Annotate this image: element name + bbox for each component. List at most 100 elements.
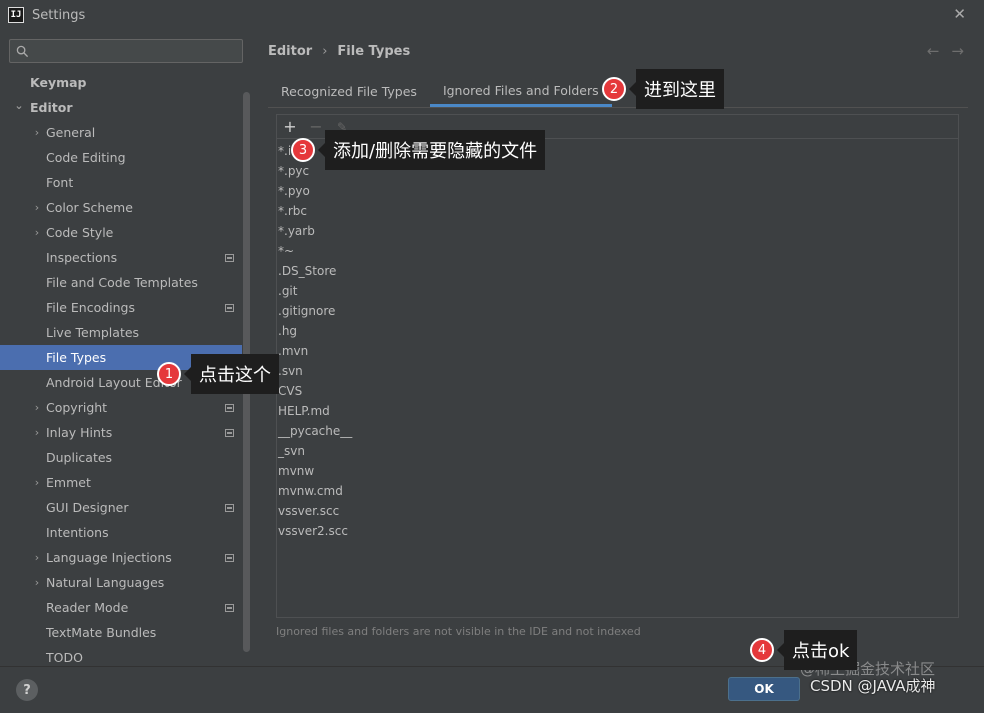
chevron-right-icon[interactable]: › [32,426,42,439]
sidebar-item-file-encodings[interactable]: File Encodings [0,295,242,320]
list-item[interactable]: _svn [277,441,958,461]
module-scope-icon [225,253,234,262]
list-item[interactable]: .hg [277,321,958,341]
tab-recognized-file-types[interactable]: Recognized File Types [268,76,430,107]
sidebar-item-live-templates[interactable]: Live Templates [0,320,242,345]
sidebar-item-font[interactable]: Font [0,170,242,195]
sidebar-item-label: Reader Mode [46,600,129,615]
list-item[interactable]: .svn [277,361,958,381]
annotation-1-badge: 1 [157,362,181,386]
sidebar-item-label: Intentions [46,525,109,540]
list-item[interactable]: CVS [277,381,958,401]
settings-sidebar: Keymap ⌄ Editor › General Code Editing Font › Co… [0,30,254,666]
help-icon[interactable]: ? [16,679,38,701]
ignored-files-panel: + − ✎ *.i *.pyc *.pyo *.rbc *.yarb *~ .DS_Stor… [276,114,959,618]
back-arrow-icon[interactable]: ← [927,42,940,60]
sidebar-item-copyright[interactable]: › Copyright [0,395,242,420]
close-icon[interactable]: ✕ [953,5,966,23]
chevron-right-icon[interactable]: › [32,126,42,139]
module-scope-icon [225,603,234,612]
sidebar-item-label: Emmet [46,475,91,490]
list-item[interactable]: .DS_Store [277,261,958,281]
sidebar-item-file-and-code-templates[interactable]: File and Code Templates [0,270,242,295]
sidebar-item-language-injections[interactable]: › Language Injections [0,545,242,570]
list-item[interactable]: vssver2.scc [277,521,958,541]
list-item[interactable]: HELP.md [277,401,958,421]
list-item[interactable]: *.yarb [277,221,958,241]
watermark: CSDN @JAVA成神 [810,677,936,695]
list-item[interactable]: vssver.scc [277,501,958,521]
list-item[interactable]: .gitignore [277,301,958,321]
sidebar-item-label: Code Style [46,225,114,240]
breadcrumb-current: File Types [337,44,411,59]
sidebar-item-emmet[interactable]: › Emmet [0,470,242,495]
sidebar-item-label: Duplicates [46,450,113,465]
nav-arrows: ← → [927,42,964,60]
sidebar-item-intentions[interactable]: Intentions [0,520,242,545]
sidebar-item-inspections[interactable]: Inspections [0,245,242,270]
list-item[interactable]: mvnw [277,461,958,481]
annotation-2-badge: 2 [602,77,626,101]
annotation-4-text: 点击ok [776,630,858,670]
sidebar-item-label: General [46,125,96,140]
sidebar-item-color-scheme[interactable]: › Color Scheme [0,195,242,220]
dialog-button-bar: ? @稀土掘金技术社区 OK CSDN @JAVA成神 [0,660,984,713]
chevron-right-icon[interactable]: › [32,201,42,214]
module-scope-icon [225,503,234,512]
breadcrumb-parent[interactable]: Editor [268,44,312,59]
sidebar-item-general[interactable]: › General [0,120,242,145]
sidebar-item-gui-designer[interactable]: GUI Designer [0,495,242,520]
settings-search-input[interactable] [33,44,233,58]
ignored-files-hint: Ignored files and folders are not visibl… [276,625,641,638]
list-item[interactable]: *.rbc [277,201,958,221]
search-icon [16,45,29,57]
sidebar-item-label: TextMate Bundles [46,625,157,640]
sidebar-item-editor[interactable]: ⌄ Editor [0,95,242,120]
ok-button[interactable]: OK [728,677,800,701]
sidebar-item-reader-mode[interactable]: Reader Mode [0,595,242,620]
sidebar-item-code-editing[interactable]: Code Editing [0,145,242,170]
sidebar-item-label: GUI Designer [46,500,129,515]
tab-ignored-files-and-folders[interactable]: Ignored Files and Folders [429,76,612,107]
sidebar-item-label: Inspections [46,250,118,265]
sidebar-item-duplicates[interactable]: Duplicates [0,445,242,470]
annotation-2: 2 进到这里 [602,69,724,109]
sidebar-item-label: File Types [46,350,107,365]
module-scope-icon [225,403,234,412]
sidebar-item-natural-languages[interactable]: › Natural Languages [0,570,242,595]
sidebar-item-label: Language Injections [46,550,172,565]
settings-content: Editor › File Types ← → Recognized File … [255,30,984,666]
list-item[interactable]: *~ [277,241,958,261]
chevron-right-icon[interactable]: › [32,551,42,564]
chevron-down-icon[interactable]: ⌄ [14,99,24,112]
annotation-3-text: 添加/删除需要隐藏的文件 [317,130,546,170]
sidebar-item-label: File and Code Templates [46,275,198,290]
sidebar-item-label: Keymap [30,75,87,90]
list-item[interactable]: __pycache__ [277,421,958,441]
list-item[interactable]: .git [277,281,958,301]
list-item[interactable]: *.pyo [277,181,958,201]
sidebar-item-label: Editor [30,100,73,115]
chevron-right-icon[interactable]: › [32,476,42,489]
annotation-2-text: 进到这里 [629,69,724,109]
forward-arrow-icon[interactable]: → [951,42,964,60]
sidebar-item-label: Code Editing [46,150,126,165]
annotation-3-badge: 3 [291,138,315,162]
list-item[interactable]: mvnw.cmd [277,481,958,501]
sidebar-item-textmate-bundles[interactable]: TextMate Bundles [0,620,242,645]
sidebar-item-keymap[interactable]: Keymap [0,70,242,95]
chevron-right-icon[interactable]: › [32,226,42,239]
ignored-files-list: *.i *.pyc *.pyo *.rbc *.yarb *~ .DS_Store .git.… [277,141,958,541]
chevron-right-icon[interactable]: › [32,401,42,414]
sidebar-item-label: Inlay Hints [46,425,113,440]
sidebar-item-todo[interactable]: TODO [0,645,242,666]
chevron-right-icon[interactable]: › [32,576,42,589]
settings-search-box[interactable] [9,39,243,63]
title-bar: IJ Settings ✕ [0,0,984,30]
sidebar-item-label: Live Templates [46,325,140,340]
module-scope-icon [225,303,234,312]
sidebar-item-code-style[interactable]: › Code Style [0,220,242,245]
sidebar-item-label: Color Scheme [46,200,133,215]
list-item[interactable]: .mvn [277,341,958,361]
sidebar-item-inlay-hints[interactable]: › Inlay Hints [0,420,242,445]
